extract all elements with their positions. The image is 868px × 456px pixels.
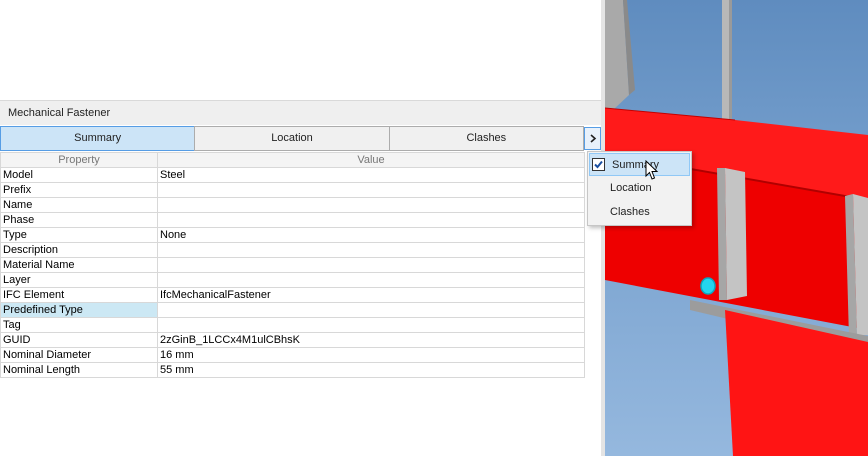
property-cell[interactable]: Model xyxy=(0,167,158,183)
3d-scene xyxy=(605,0,868,456)
property-cell[interactable]: Type xyxy=(0,227,158,243)
mouse-cursor-icon xyxy=(645,160,659,180)
property-cell[interactable]: Nominal Diameter xyxy=(0,347,158,363)
table-row[interactable]: Material Name xyxy=(0,257,585,273)
value-cell[interactable] xyxy=(157,317,585,333)
stiffener-shape xyxy=(725,168,747,300)
value-cell[interactable]: 2zGinB_1LCCx4M1ulCBhsK xyxy=(157,332,585,348)
column-header-value[interactable]: Value xyxy=(157,152,585,168)
table-row[interactable]: Name xyxy=(0,197,585,213)
table-row[interactable]: IFC Element IfcMechanicalFastener xyxy=(0,287,585,303)
tab-overflow-button[interactable] xyxy=(584,127,601,150)
menu-item-clashes[interactable]: Clashes xyxy=(588,201,691,224)
tab-overflow-menu: Summary Location Clashes xyxy=(587,151,692,226)
table-row[interactable]: GUID 2zGinB_1LCCx4M1ulCBhsK xyxy=(0,332,585,348)
table-row[interactable]: Nominal Diameter 16 mm xyxy=(0,347,585,363)
panel-title: Mechanical Fastener xyxy=(0,100,601,125)
fastener-highlight xyxy=(700,277,716,295)
property-cell[interactable]: Predefined Type xyxy=(0,302,158,318)
table-row[interactable]: Description xyxy=(0,242,585,258)
value-cell[interactable]: 55 mm xyxy=(157,362,585,378)
property-cell[interactable]: Description xyxy=(0,242,158,258)
value-cell[interactable] xyxy=(157,257,585,273)
property-grid: Property Value Model Steel Prefix Name Phase… xyxy=(0,152,585,378)
table-row[interactable]: Phase xyxy=(0,212,585,228)
table-row[interactable]: Layer xyxy=(0,272,585,288)
chevron-right-icon xyxy=(589,134,596,143)
value-cell[interactable]: None xyxy=(157,227,585,243)
menu-item-label: Clashes xyxy=(610,206,650,218)
properties-panel: Mechanical Fastener Summary Location Cla… xyxy=(0,0,601,456)
value-cell[interactable]: 16 mm xyxy=(157,347,585,363)
property-cell[interactable]: Material Name xyxy=(0,257,158,273)
tab-summary[interactable]: Summary xyxy=(0,126,196,151)
tab-location[interactable]: Location xyxy=(194,126,390,151)
table-row[interactable]: Model Steel xyxy=(0,167,585,183)
value-cell[interactable]: Steel xyxy=(157,167,585,183)
checkbox xyxy=(592,158,605,171)
property-cell[interactable]: IFC Element xyxy=(0,287,158,303)
property-cell[interactable]: Phase xyxy=(0,212,158,228)
value-cell[interactable] xyxy=(157,272,585,288)
empty-area xyxy=(0,0,601,100)
value-cell[interactable] xyxy=(157,242,585,258)
menu-item-label: Location xyxy=(610,182,652,194)
3d-viewport[interactable] xyxy=(605,0,868,456)
value-cell[interactable] xyxy=(157,302,585,318)
property-cell[interactable]: Nominal Length xyxy=(0,362,158,378)
property-cell[interactable]: Prefix xyxy=(0,182,158,198)
property-cell[interactable]: Name xyxy=(0,197,158,213)
table-row[interactable]: Nominal Length 55 mm xyxy=(0,362,585,378)
tab-strip: Summary Location Clashes xyxy=(0,126,584,151)
table-row[interactable]: Type None xyxy=(0,227,585,243)
value-cell[interactable] xyxy=(157,197,585,213)
menu-item-summary[interactable]: Summary xyxy=(589,153,690,176)
value-cell[interactable] xyxy=(157,212,585,228)
table-row[interactable]: Prefix xyxy=(0,182,585,198)
property-cell[interactable]: GUID xyxy=(0,332,158,348)
menu-item-location[interactable]: Location xyxy=(588,177,691,200)
rod-shade xyxy=(729,0,732,138)
tab-clashes[interactable]: Clashes xyxy=(388,126,584,151)
value-cell[interactable]: IfcMechanicalFastener xyxy=(157,287,585,303)
table-row[interactable]: Predefined Type xyxy=(0,302,585,318)
table-row[interactable]: Tag xyxy=(0,317,585,333)
checkmark-icon xyxy=(594,160,603,169)
value-cell[interactable] xyxy=(157,182,585,198)
property-cell[interactable]: Tag xyxy=(0,317,158,333)
column-header-property[interactable]: Property xyxy=(0,152,158,168)
property-cell[interactable]: Layer xyxy=(0,272,158,288)
